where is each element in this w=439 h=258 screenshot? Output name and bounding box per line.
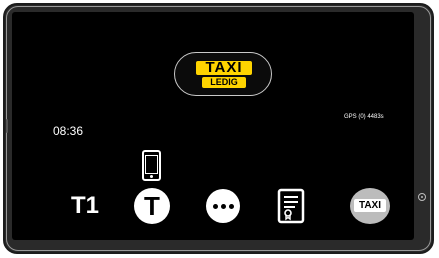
clock: 08:36 <box>53 124 84 138</box>
ellipsis-circle-icon <box>206 189 240 223</box>
taxi-badge-status: LEDIG <box>202 77 246 88</box>
smartphone-icon <box>142 150 161 181</box>
gps-status: GPS (0) 4483s <box>344 114 384 120</box>
taxi-status-badge[interactable]: TAXI LEDIG <box>174 52 272 96</box>
tab-t1-label: T1 <box>70 192 99 219</box>
taxi-sign-label: TAXI <box>354 199 386 212</box>
t-circle-icon: T <box>134 188 170 224</box>
document-certificate-icon <box>277 188 305 224</box>
tab-more[interactable] <box>203 186 243 226</box>
tab-taxameter[interactable]: T <box>132 186 172 226</box>
device-side-mark <box>6 119 8 133</box>
tab-receipt[interactable] <box>271 186 311 226</box>
tab-t1[interactable]: T1 <box>63 186 107 226</box>
taxi-roof-sign-icon: TAXI <box>350 188 390 224</box>
taxi-badge-title: TAXI <box>196 60 252 75</box>
tab-taxi[interactable]: TAXI <box>350 186 390 226</box>
device-side-button[interactable] <box>418 193 426 201</box>
screen: TAXI LEDIG 08:36 GPS (0) 4483s T1 T TAXI <box>12 12 414 240</box>
